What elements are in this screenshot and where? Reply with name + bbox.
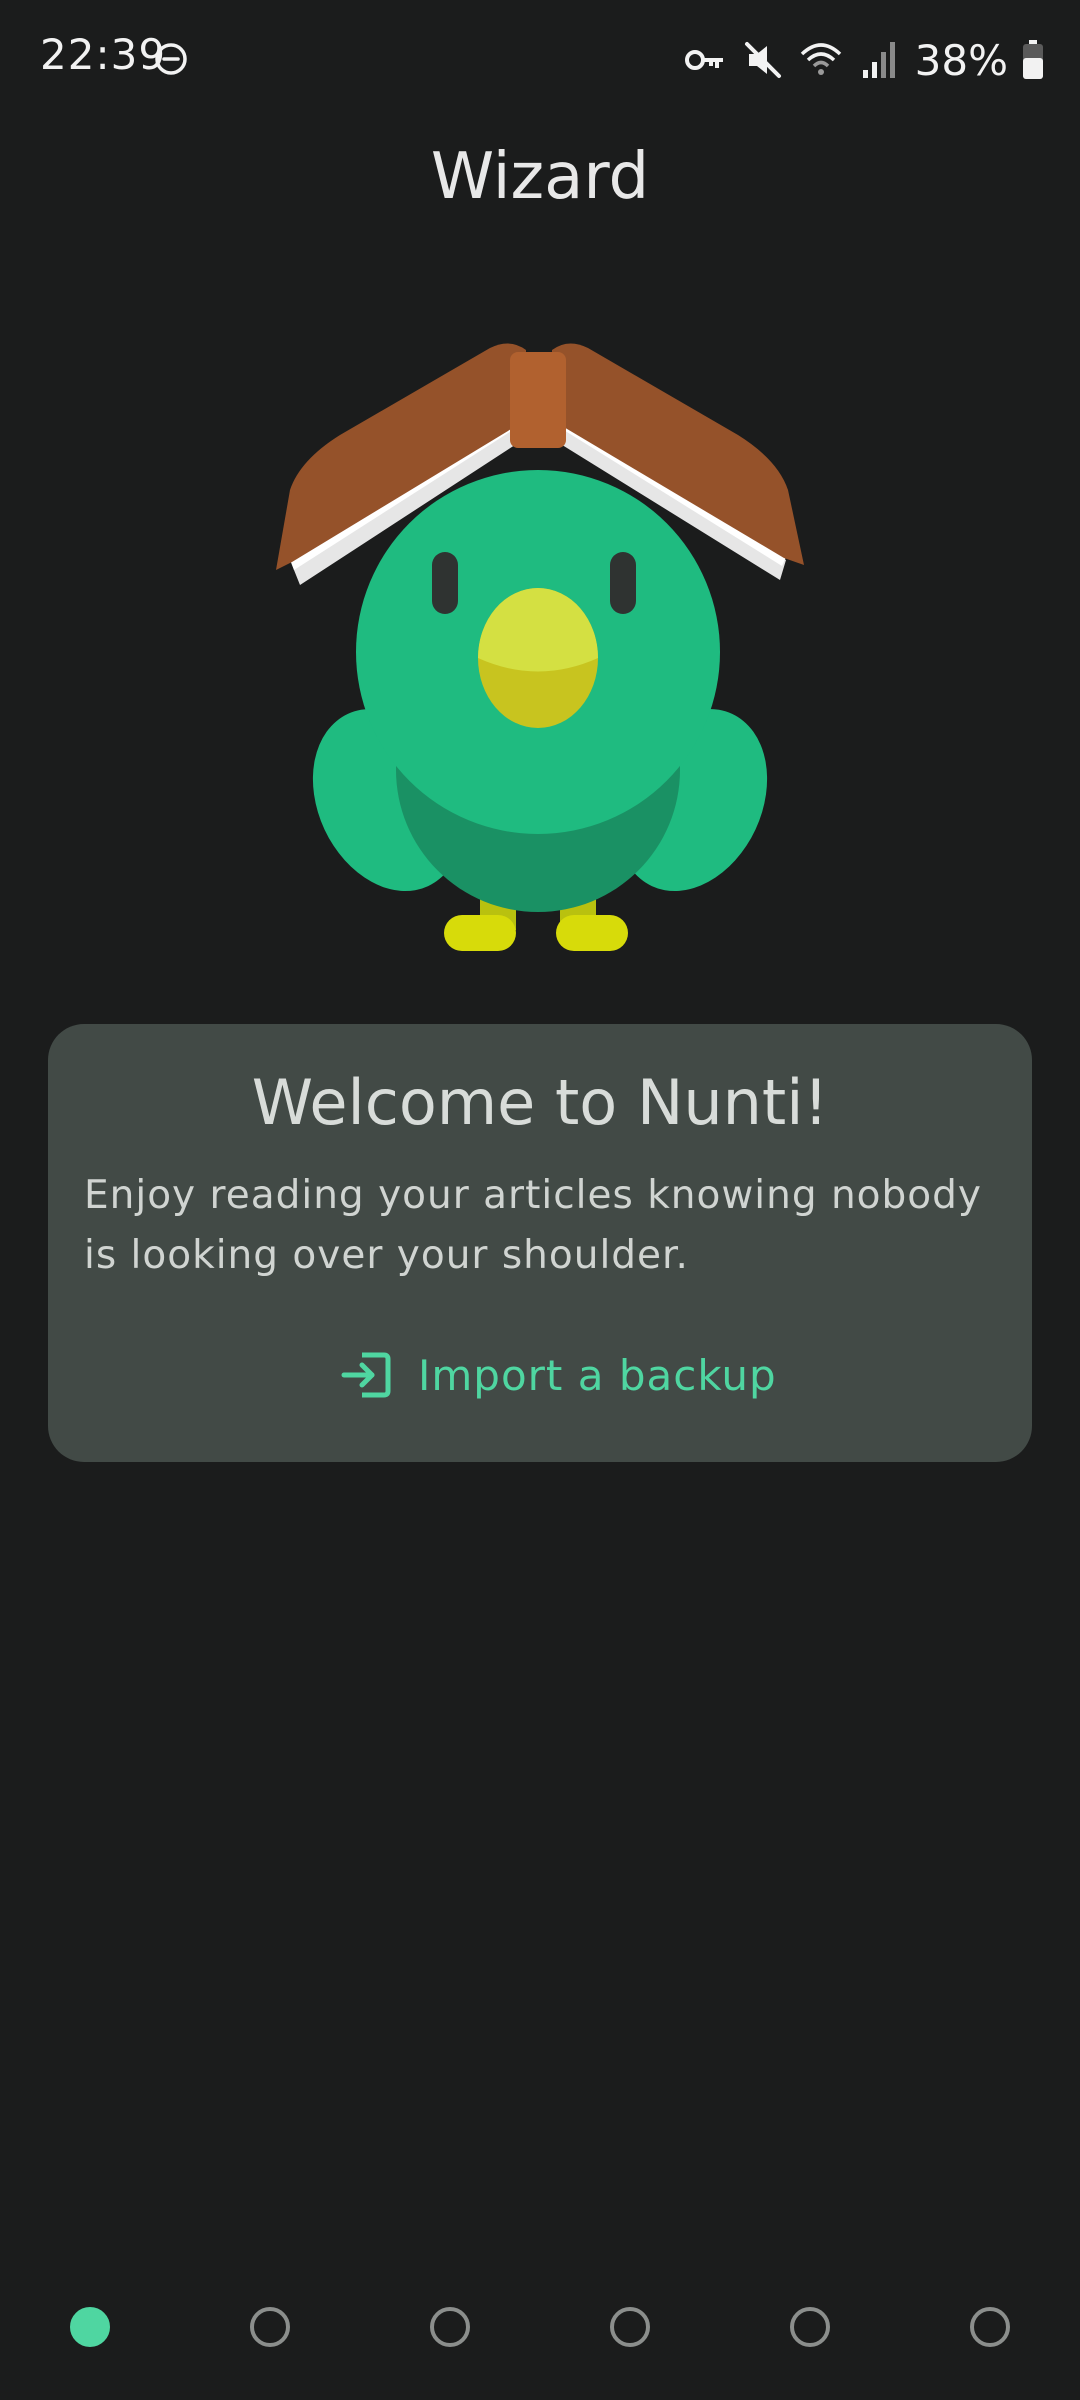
page-dot-3[interactable] [430, 2307, 470, 2347]
mascot-illustration [276, 343, 804, 951]
page-title: Wizard [430, 140, 650, 214]
import-backup-label: Import a backup [418, 1350, 777, 1400]
page-dot-4[interactable] [610, 2307, 650, 2347]
mute-icon [744, 42, 781, 78]
vpn-key-icon [684, 50, 723, 70]
status-time: 22:39 [40, 30, 167, 79]
battery-percent: 38% [914, 35, 1008, 85]
import-backup-button[interactable]: Import a backup [338, 1340, 777, 1410]
welcome-title: Welcome to Nunti! [251, 1066, 829, 1139]
welcome-description: Enjoy reading your articles knowing nobo… [84, 1173, 983, 1278]
signal-icon [862, 42, 895, 78]
do-not-disturb-icon [155, 43, 187, 75]
status-icons: 38% [683, 30, 1044, 90]
welcome-card: Welcome to Nunti! Enjoy reading your art… [48, 1024, 1032, 1462]
page-dot-1[interactable] [70, 2307, 110, 2347]
battery-icon [1023, 40, 1043, 79]
page-dot-6[interactable] [970, 2307, 1010, 2347]
status-bar: 22:39 38% [0, 0, 1080, 120]
page-dot-2[interactable] [250, 2307, 290, 2347]
wizard-screen: 22:39 38% Wizard Welcome to Nunti! Enjoy… [0, 0, 1080, 2400]
wifi-icon [800, 43, 841, 75]
page-dot-5[interactable] [790, 2307, 830, 2347]
import-icon [341, 1352, 391, 1398]
page-indicator [0, 2300, 1080, 2360]
